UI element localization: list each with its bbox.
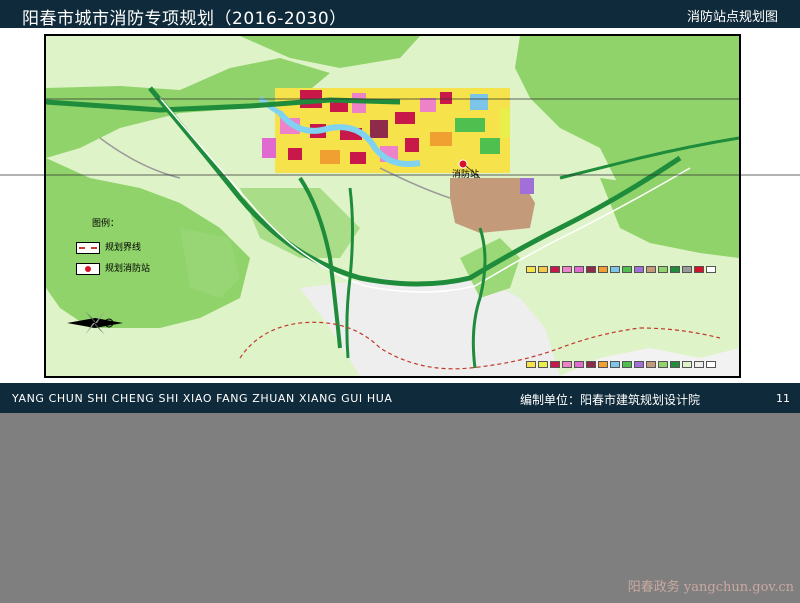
page-title: 阳春市城市消防专项规划（2016-2030） <box>22 9 347 29</box>
legend-item-station-label: 规划消防站 <box>105 264 151 274</box>
landuse-swatch <box>562 361 572 368</box>
compiler-org: 编制单位：阳春市建筑规划设计院 <box>520 393 701 407</box>
landuse-swatch <box>574 361 584 368</box>
landuse-swatch <box>574 266 584 273</box>
footer-bar: YANG CHUN SHI CHENG SHI XIAO FANG ZHUAN … <box>0 383 800 413</box>
landuse-swatch <box>694 266 704 273</box>
pinyin-title: YANG CHUN SHI CHENG SHI XIAO FANG ZHUAN … <box>12 392 393 405</box>
landuse-swatch <box>634 361 644 368</box>
landuse-swatch <box>598 266 608 273</box>
landuse-swatch <box>682 361 692 368</box>
fire-station-icon <box>76 262 100 275</box>
landuse-swatch <box>682 266 692 273</box>
landuse-swatch <box>526 361 536 368</box>
legend-title: 图例： <box>92 219 120 229</box>
page-number: 11 <box>776 392 790 405</box>
landuse-swatch <box>706 361 716 368</box>
landuse-swatch <box>586 361 596 368</box>
map-area: 图例： 规划界线 规划消防站 消防站 <box>0 28 800 383</box>
legend-item-station: 规划消防站 <box>76 261 150 275</box>
landuse-swatch <box>538 361 548 368</box>
landuse-swatch <box>550 361 560 368</box>
landuse-swatch <box>646 266 656 273</box>
landuse-swatch <box>598 361 608 368</box>
landuse-swatch <box>622 266 632 273</box>
landuse-swatch <box>670 361 680 368</box>
fire-station-label: 消防站 <box>452 170 480 180</box>
legend-item-boundary: 规划界线 <box>76 240 141 254</box>
landuse-swatch <box>526 266 536 273</box>
landuse-swatch <box>586 266 596 273</box>
landuse-swatch <box>646 361 656 368</box>
landuse-swatch <box>706 266 716 273</box>
landuse-swatch <box>622 361 632 368</box>
landuse-swatch <box>550 266 560 273</box>
boundary-line-icon <box>76 241 100 254</box>
map-subtitle: 消防站点规划图 <box>686 10 778 25</box>
landuse-swatch <box>694 361 704 368</box>
landuse-swatch <box>658 266 668 273</box>
landuse-swatch <box>670 266 680 273</box>
landuse-swatch <box>562 266 572 273</box>
landuse-swatch <box>658 361 668 368</box>
watermark: 阳春政务 yangchun.gov.cn <box>627 580 794 595</box>
landuse-swatch <box>634 266 644 273</box>
land-use-legend <box>518 256 730 376</box>
legend-item-boundary-label: 规划界线 <box>105 243 142 253</box>
header-bar: 阳春市城市消防专项规划（2016-2030） 消防站点规划图 <box>0 0 800 29</box>
landuse-swatch <box>610 361 620 368</box>
landuse-swatch <box>610 266 620 273</box>
landuse-swatch <box>538 266 548 273</box>
